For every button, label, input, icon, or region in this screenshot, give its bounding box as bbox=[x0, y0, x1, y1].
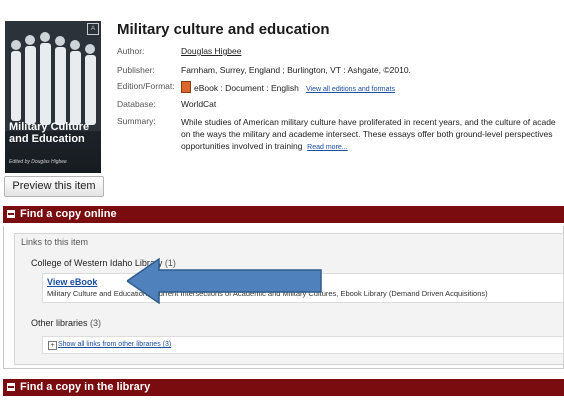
preview-item-button[interactable]: Preview this item bbox=[4, 176, 104, 197]
find-library-heading: Find a copy in the library bbox=[20, 381, 151, 393]
publisher-label: Publisher: bbox=[117, 65, 155, 75]
author-link[interactable]: Douglas Higbee bbox=[181, 46, 241, 56]
publisher-value: Farnham, Surrey, England ; Burlington, V… bbox=[181, 65, 411, 75]
collapse-icon[interactable] bbox=[7, 383, 15, 391]
other-libraries: Other libraries (3) bbox=[31, 318, 102, 328]
publisher-logo: A bbox=[87, 23, 99, 35]
expand-plus-icon[interactable]: + bbox=[48, 341, 57, 350]
cover-title: Military Culture and Education bbox=[9, 121, 90, 145]
arrow-icon bbox=[127, 258, 322, 304]
find-library-section-header[interactable]: Find a copy in the library bbox=[3, 379, 564, 396]
find-online-heading: Find a copy online bbox=[20, 208, 117, 220]
database-value: WorldCat bbox=[181, 99, 217, 109]
view-ebook-link[interactable]: View eBook bbox=[47, 277, 97, 287]
ebook-icon bbox=[181, 81, 191, 93]
find-online-section-header[interactable]: Find a copy online bbox=[3, 206, 564, 223]
links-header: Links to this item bbox=[21, 237, 89, 247]
show-all-links[interactable]: Show all links from other libraries (3) bbox=[58, 341, 171, 348]
summary-label: Summary: bbox=[117, 116, 156, 126]
format-label: Edition/Format: bbox=[117, 81, 175, 91]
read-more-link[interactable]: Read more... bbox=[307, 144, 347, 151]
record-title: Military culture and education bbox=[117, 21, 330, 38]
author-label: Author: bbox=[117, 46, 145, 56]
cover-photo bbox=[5, 21, 101, 131]
book-cover-image: A Military Culture and Education Edited … bbox=[5, 21, 101, 173]
collapse-icon[interactable] bbox=[7, 210, 15, 218]
cover-byline: Edited by Douglas Higbee bbox=[9, 159, 67, 165]
database-label: Database: bbox=[117, 99, 156, 109]
summary-text: While studies of American military cultu… bbox=[181, 117, 556, 151]
format-value: eBook : Document : English View all edit… bbox=[181, 81, 395, 93]
view-editions-link[interactable]: View all editions and formats bbox=[306, 86, 395, 93]
